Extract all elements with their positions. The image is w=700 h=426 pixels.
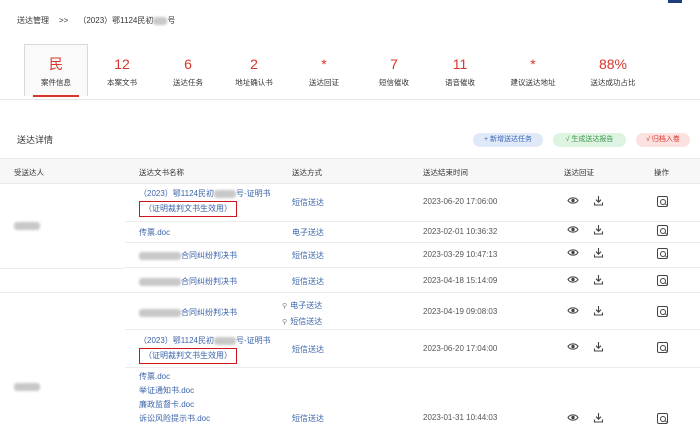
redacted-text	[214, 336, 236, 345]
redacted-text	[139, 277, 181, 286]
breadcrumb-case: （2023）鄂1124民初号	[78, 16, 176, 25]
eye-icon[interactable]	[567, 225, 581, 239]
eye-icon[interactable]	[567, 413, 581, 426]
search-doc-icon[interactable]	[657, 225, 668, 236]
download-icon[interactable]	[593, 341, 607, 355]
highlighted-doc-note: （证明裁判文书生效用）	[139, 348, 237, 364]
method-cell: 电子送达	[292, 228, 324, 237]
download-icon[interactable]	[593, 195, 607, 209]
eye-icon[interactable]	[567, 275, 581, 289]
download-icon[interactable]	[593, 247, 607, 261]
search-doc-icon[interactable]	[657, 342, 668, 353]
time-cell: 2023-04-18 15:14:09	[423, 276, 498, 285]
method-cell: 短信送达	[292, 198, 324, 207]
generate-report-button[interactable]: √ 生成送达报告	[553, 133, 626, 147]
download-icon[interactable]	[593, 412, 607, 426]
redacted-text	[139, 251, 181, 260]
eye-icon[interactable]	[567, 196, 581, 210]
table-row	[125, 222, 700, 243]
method-cell: 短信送达	[292, 251, 324, 260]
search-doc-icon[interactable]	[657, 248, 668, 259]
recipient-name-1	[14, 222, 40, 230]
col-receipt: 送达回证	[564, 168, 594, 177]
col-recipient: 受送达人	[14, 168, 44, 177]
stat-voice-reminder[interactable]: 11 语音催收	[428, 44, 492, 96]
recipient-name-2	[14, 383, 40, 391]
pin-icon: ⚲	[282, 303, 288, 310]
download-icon[interactable]	[593, 305, 607, 319]
time-cell: 2023-06-20 17:06:00	[423, 197, 498, 206]
eye-icon[interactable]	[567, 248, 581, 262]
stat-sms-reminder[interactable]: 7 短信催收	[362, 44, 426, 96]
search-doc-icon[interactable]	[657, 306, 668, 317]
highlighted-doc-note: （证明裁判文书生效用）	[139, 201, 237, 217]
top-corner-mark	[668, 0, 682, 3]
doc-name-cell[interactable]: 传票.doc	[139, 227, 170, 238]
method-cell: 短信送达	[292, 414, 324, 423]
time-cell: 2023-06-20 17:04:00	[423, 344, 498, 353]
stat-suggested-address[interactable]: * 建议送达地址	[494, 44, 572, 96]
eye-icon[interactable]	[567, 306, 581, 320]
time-cell: 2023-04-19 09:08:03	[423, 307, 498, 316]
stat-case-info[interactable]: 民 案件信息	[24, 44, 88, 97]
section-title: 送达详情	[17, 135, 54, 145]
breadcrumb-separator: >>	[59, 16, 69, 25]
action-buttons: + 新增送达任务 √ 生成送达报告 √ 归档入卷	[473, 133, 690, 147]
new-task-button[interactable]: + 新增送达任务	[473, 133, 543, 147]
method-cell: ⚲ 电子送达 ⚲ 短信送达	[282, 298, 322, 330]
doc-name-cell[interactable]: 合同纠纷判决书	[139, 276, 237, 287]
doc-name-cell[interactable]: 合同纠纷判决书	[139, 250, 237, 261]
stat-case-docs[interactable]: 12 本案文书	[90, 44, 154, 96]
breadcrumb-root[interactable]: 送达管理	[17, 15, 49, 26]
pin-icon: ⚲	[282, 319, 288, 326]
stats-bar: 民 案件信息 12 本案文书 6 送达任务 2 地址确认书 * 送达回证 7 短…	[24, 44, 700, 97]
doc-name-cell[interactable]: （2023）鄂1124民初 号-证明书 （证明裁判文书生效用）	[139, 187, 271, 217]
doc-name-cell[interactable]: 合同纠纷判决书	[139, 307, 237, 318]
delivery-table: 受送达人 送达文书名称 送达方式 送达结束时间 送达回证 操作	[0, 158, 700, 184]
col-doc-name: 送达文书名称	[139, 168, 184, 177]
eye-icon[interactable]	[567, 342, 581, 356]
col-end-time: 送达结束时间	[423, 168, 468, 177]
redacted-text	[153, 16, 168, 25]
col-method: 送达方式	[292, 168, 322, 177]
stat-delivery-receipt[interactable]: * 送达回证	[288, 44, 360, 96]
archive-button[interactable]: √ 归档入卷	[636, 133, 690, 147]
divider	[0, 99, 700, 100]
redacted-text	[139, 308, 181, 317]
download-icon[interactable]	[593, 224, 607, 238]
table-header: 受送达人 送达文书名称 送达方式 送达结束时间 送达回证 操作	[0, 158, 700, 184]
stat-address-confirm[interactable]: 2 地址确认书	[222, 44, 286, 96]
stat-success-rate[interactable]: 88% 送达成功占比	[574, 44, 652, 96]
redacted-text	[214, 189, 236, 198]
method-cell: 短信送达	[292, 277, 324, 286]
stat-delivery-tasks[interactable]: 6 送达任务	[156, 44, 220, 96]
time-cell: 2023-03-29 10:47:13	[423, 250, 498, 259]
doc-name-cell[interactable]: （2023）鄂1124民初 号-证明书 （证明裁判文书生效用）	[139, 334, 271, 364]
download-icon[interactable]	[593, 274, 607, 288]
doc-name-cell[interactable]: 传票.doc 举证通知书.doc 廉政监督卡.doc 诉讼风险提示书.doc	[139, 370, 210, 426]
time-cell: 2023-01-31 10:44:03	[423, 413, 498, 422]
method-cell: 短信送达	[292, 345, 324, 354]
col-operation: 操作	[654, 168, 669, 177]
search-doc-icon[interactable]	[657, 196, 668, 207]
search-doc-icon[interactable]	[657, 413, 668, 424]
time-cell: 2023-02-01 10:36:32	[423, 227, 498, 236]
breadcrumb: 送达管理 >> （2023）鄂1124民初号	[17, 15, 175, 26]
search-doc-icon[interactable]	[657, 275, 668, 286]
